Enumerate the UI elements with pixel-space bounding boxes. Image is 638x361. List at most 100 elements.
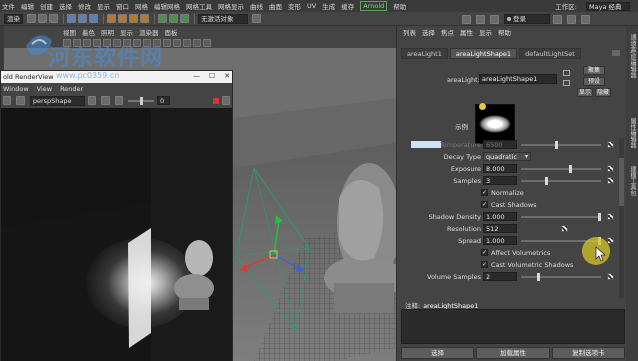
viewport-menu-renderer[interactable]: 渲染器 [139,27,159,37]
menu-file[interactable]: 文件 [2,1,15,11]
menu-display[interactable]: 显示 [97,1,110,11]
temperature-slider[interactable] [521,141,601,149]
tab-modeling-toolkit[interactable]: 建模工具包 [627,166,637,196]
cast-volumetric-shadows-checkbox[interactable]: ✓ [481,261,488,268]
presets-button[interactable]: 预设 [583,77,605,86]
node-name-field[interactable]: areaLightShape1 [479,74,557,84]
ae-menu-show[interactable]: 显示 [479,27,492,37]
ae-menu-selected[interactable]: 选择 [422,27,435,37]
tab-arealight1[interactable]: areaLight1 [401,48,448,59]
copy-tab-button[interactable]: 复制选项卡 [551,347,625,359]
crop-icon[interactable] [88,96,97,105]
temperature-field[interactable]: 6500 [483,140,517,149]
map-button-icon[interactable] [607,273,614,280]
tab-scroll-arrow-icon[interactable] [612,50,620,56]
smooth-shade-icon[interactable] [133,38,141,47]
menu-cache[interactable]: 缓存 [341,1,354,11]
channel-icon[interactable] [3,96,12,105]
magnet-icon[interactable] [462,14,471,24]
wireframe-icon[interactable] [123,38,131,47]
menu-edit[interactable]: 编辑 [21,1,34,11]
lock-icon[interactable] [476,14,485,24]
toggle-outliner-icon[interactable] [553,14,562,24]
menu-edit-mesh[interactable]: 编辑网格 [154,1,180,11]
focus-button[interactable]: 聚集 [583,66,605,75]
go-to-input-icon[interactable] [563,70,570,76]
spread-field[interactable]: 1.000 [483,236,517,245]
save-scene-icon[interactable] [49,14,58,23]
select-component-icon[interactable] [89,14,98,23]
exposure-slider[interactable] [128,96,154,105]
samples-slider[interactable] [521,177,601,185]
ae-menu-list[interactable]: 列表 [403,27,416,37]
menu-modify[interactable]: 修改 [78,1,91,11]
menu-mesh-tools[interactable]: 网格工具 [186,1,212,11]
exposure-field[interactable]: 8.000 [483,164,517,173]
ae-menu-focus[interactable]: 焦点 [441,27,454,37]
bookmark-icon[interactable] [73,38,81,47]
menu-help[interactable]: 帮助 [393,1,406,11]
viewport-menu-show[interactable]: 显示 [120,27,133,37]
go-to-output-icon[interactable] [563,80,570,86]
map-button-icon[interactable] [607,141,614,148]
menu-arnold[interactable]: Arnold [360,1,388,11]
refresh-icon[interactable] [101,96,110,105]
tab-defaultlightset[interactable]: defaultLightSet [519,48,581,59]
menu-generate[interactable]: 生成 [322,1,335,11]
close-icon[interactable]: ✕ [224,72,230,80]
rv-menu-render[interactable]: Render [60,85,83,93]
volume-samples-field[interactable]: 2 [483,272,517,281]
menu-set-dropdown[interactable]: 渲染 [4,13,23,24]
frame-field[interactable]: 0 [156,96,171,105]
exposure-slider[interactable] [521,165,601,173]
map-button-icon[interactable] [607,213,614,220]
render-view-titlebar[interactable]: old RenderView — ☐ ✕ [1,71,232,83]
scrollbar-thumb[interactable] [619,158,624,206]
samples-field[interactable]: 3 [483,176,517,185]
decay-type-dropdown[interactable]: quadratic [483,152,531,161]
gear-icon[interactable] [114,96,124,105]
snap-surface-icon[interactable] [140,14,149,23]
input-line-field[interactable]: 无激活对象 [198,13,248,24]
menu-mesh-display[interactable]: 网格显示 [218,1,244,11]
resolution-gate-icon[interactable] [113,38,121,47]
map-button-icon[interactable] [561,225,568,232]
menu-uv[interactable]: UV [307,2,316,10]
snap-curve-icon[interactable] [118,14,127,23]
tab-arealightshape1[interactable]: areaLightShape1 [449,48,518,59]
show-button[interactable]: 显示 [577,88,593,97]
render-settings-icon[interactable] [16,96,25,105]
tab-attribute-editor[interactable]: 属性编辑器 [627,118,637,148]
rv-menu-view[interactable]: View [37,85,52,93]
maximize-icon[interactable]: ☐ [209,72,215,80]
snap-grid-icon[interactable] [107,14,116,23]
isolate-select-icon[interactable] [193,38,201,47]
workspace-dropdown[interactable]: Maya 经典 [586,1,630,11]
menu-deform[interactable]: 变形 [288,1,301,11]
ae-menu-attributes[interactable]: 属性 [460,27,473,37]
film-gate-icon[interactable] [103,38,111,47]
open-scene-icon[interactable] [38,14,47,23]
viewport-menu-view[interactable]: 视图 [63,27,76,37]
viewport-menu-shading[interactable]: 着色 [82,27,95,37]
volume-samples-slider[interactable] [521,273,601,281]
camera-dropdown[interactable]: perspShape [29,95,86,106]
load-attributes-button[interactable]: 加载属性 [476,347,550,359]
normalize-checkbox[interactable]: ✓ [481,189,488,196]
new-scene-icon[interactable] [27,14,36,23]
toggle-tool-settings-icon[interactable] [581,14,590,24]
toggle-attribute-editor-icon[interactable] [567,14,576,24]
shadow-density-slider[interactable] [521,213,601,221]
viewport-menu-lighting[interactable]: 照明 [101,27,114,37]
render-settings-icon[interactable] [180,14,189,23]
menu-surfaces[interactable]: 曲面 [269,1,282,11]
use-lights-icon[interactable] [153,38,161,47]
ae-scrollbar[interactable] [619,138,624,298]
viewport-menu-panels[interactable]: 面板 [165,27,178,37]
resolution-field[interactable]: 512 [483,224,517,233]
select-hierarchy-icon[interactable] [67,14,76,23]
render-frame-icon[interactable] [158,14,167,23]
stop-render-icon[interactable] [213,97,219,104]
shadow-density-field[interactable]: 1.000 [483,212,517,221]
select-object-icon[interactable] [78,14,87,23]
